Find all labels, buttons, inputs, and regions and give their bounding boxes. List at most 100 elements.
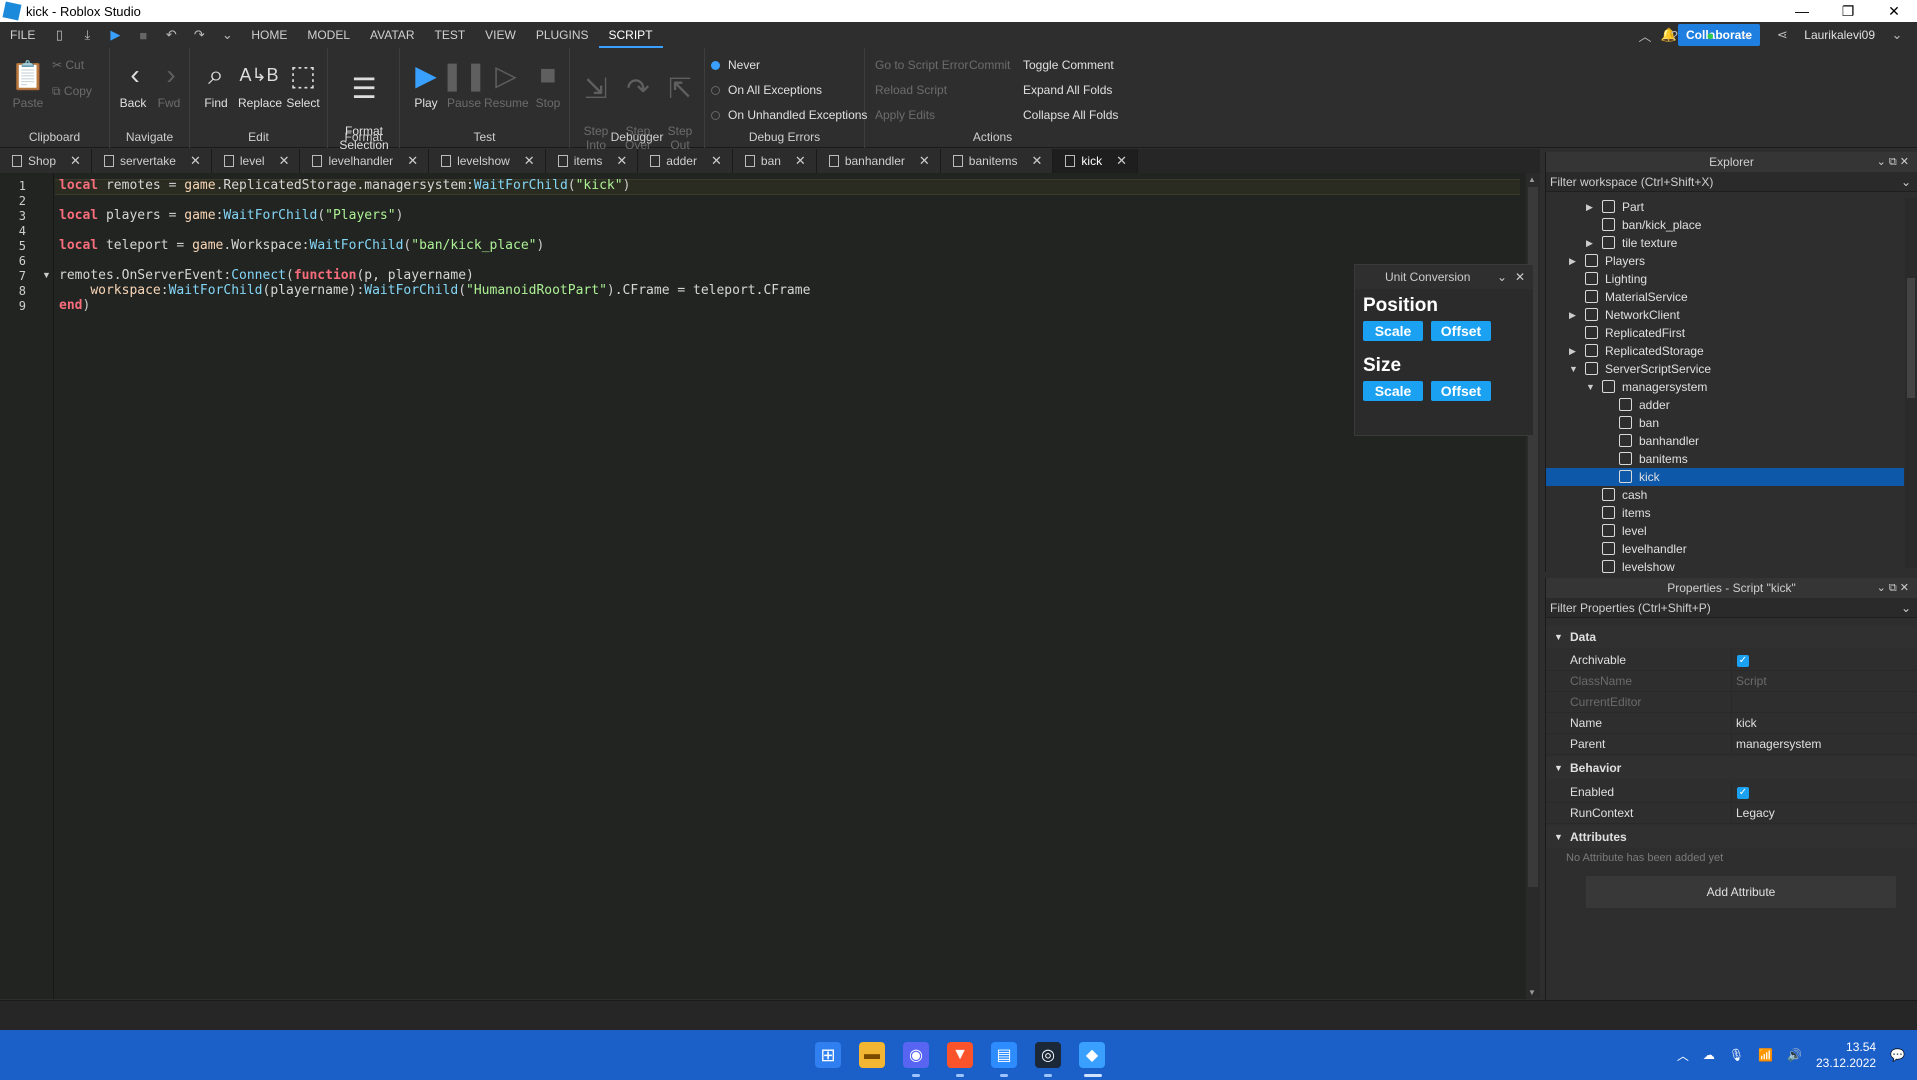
explorer-item[interactable]: banitems xyxy=(1546,450,1904,468)
explorer-item[interactable]: kick xyxy=(1546,468,1904,486)
size-scale-button[interactable]: Scale xyxy=(1363,381,1423,401)
on-all-exceptions-radio[interactable]: On All Exceptions xyxy=(711,83,822,97)
close-tab-icon[interactable]: ✕ xyxy=(70,149,81,173)
enabled-checkbox[interactable]: ✓ xyxy=(1737,787,1749,799)
menu-model[interactable]: MODEL xyxy=(297,22,360,48)
scroll-down-icon[interactable]: ▼ xyxy=(1528,988,1536,997)
replace-button[interactable]: A↳B Replace xyxy=(238,58,282,111)
select-button[interactable]: ⬚ Select xyxy=(284,58,322,111)
maximize-button[interactable]: ❐ xyxy=(1825,0,1871,22)
add-attribute-button[interactable]: Add Attribute xyxy=(1586,876,1896,908)
runcontext-row[interactable]: RunContext Legacy xyxy=(1546,803,1917,824)
explorer-item[interactable]: level xyxy=(1546,522,1904,540)
volume-icon[interactable]: 🔊 xyxy=(1787,1048,1802,1062)
scroll-up-icon[interactable]: ▲ xyxy=(1528,175,1536,184)
size-offset-button[interactable]: Offset xyxy=(1431,381,1491,401)
user-menu-chevron-icon[interactable]: ⌄ xyxy=(1889,27,1905,43)
explorer-item[interactable]: ban xyxy=(1546,414,1904,432)
tray-chevron-up-icon[interactable]: ︿ xyxy=(1677,1047,1689,1064)
save-icon[interactable]: ⤓ xyxy=(79,27,95,43)
user-name[interactable]: Laurikalevi09 xyxy=(1804,28,1875,42)
tab-levelhandler[interactable]: levelhandler ✕ xyxy=(300,149,430,173)
explorer-item[interactable]: ▶ NetworkClient xyxy=(1546,306,1904,324)
explorer-item[interactable]: ▶ Part xyxy=(1546,198,1904,216)
fold-arrow-icon[interactable]: ▼ xyxy=(42,270,51,280)
tab-banitems[interactable]: banitems ✕ xyxy=(940,149,1054,173)
panel-controls[interactable]: ⌄ ⧉ ✕ xyxy=(1877,152,1909,172)
collapse-ribbon-icon[interactable]: ︿ xyxy=(1637,27,1653,44)
redo-icon[interactable]: ↷ xyxy=(191,27,207,43)
minimize-button[interactable]: — xyxy=(1779,0,1825,22)
apply-edits-button[interactable]: Apply Edits xyxy=(875,108,935,122)
play-button[interactable]: ▶ Play xyxy=(408,58,444,111)
menu-test[interactable]: TEST xyxy=(424,22,475,48)
close-tab-icon[interactable]: ✕ xyxy=(1116,149,1127,173)
resume-button[interactable]: ▷ Resume xyxy=(484,58,529,111)
close-tab-icon[interactable]: ✕ xyxy=(190,149,201,173)
explorer-item[interactable]: ▶ tile texture xyxy=(1546,234,1904,252)
new-file-icon[interactable]: ▯ xyxy=(51,27,67,43)
tab-levelshow[interactable]: levelshow ✕ xyxy=(429,149,546,173)
paste-button[interactable]: 📋 Paste xyxy=(8,58,48,111)
behavior-section-header[interactable]: ▼ Behavior xyxy=(1546,757,1917,779)
share-icon[interactable]: ⋖ xyxy=(1774,27,1790,43)
expanded-arrow-icon[interactable]: ▼ xyxy=(1586,378,1596,396)
on-unhandled-exceptions-radio[interactable]: On Unhandled Exceptions xyxy=(711,108,867,122)
close-tab-icon[interactable]: ✕ xyxy=(919,149,930,173)
code-editor[interactable]: 1 2 3 4 5 6 7 8 9 ▼ local remotes = game… xyxy=(0,173,1540,999)
parent-row[interactable]: Parent managersystem xyxy=(1546,734,1917,755)
notification-center-icon[interactable]: 💬 xyxy=(1890,1048,1905,1062)
explorer-item[interactable]: levelshow xyxy=(1546,558,1904,576)
close-tab-icon[interactable]: ✕ xyxy=(795,149,806,173)
explorer-item[interactable]: ▼ managersystem xyxy=(1546,378,1904,396)
microphone-icon[interactable]: 🎙 xyxy=(1729,1048,1744,1062)
tab-adder[interactable]: adder ✕ xyxy=(638,149,733,173)
cut-button[interactable]: ✂ Cut xyxy=(52,58,84,72)
tab-shop[interactable]: Shop ✕ xyxy=(0,149,92,173)
copy-button[interactable]: ⧉ Copy xyxy=(52,84,92,99)
explorer-scrollbar[interactable] xyxy=(1905,198,1917,568)
expanded-arrow-icon[interactable]: ▼ xyxy=(1569,360,1579,378)
toggle-comment-button[interactable]: Toggle Comment xyxy=(1023,58,1114,72)
explorer-item[interactable]: ▼ ServerScriptService xyxy=(1546,360,1904,378)
collapsed-arrow-icon[interactable]: ▶ xyxy=(1586,234,1596,252)
tab-ban[interactable]: ban ✕ xyxy=(732,149,817,173)
customize-icon[interactable]: ⌄ xyxy=(219,27,235,43)
tab-kick[interactable]: kick ✕ xyxy=(1053,149,1138,173)
explorer-item[interactable]: banhandler xyxy=(1546,432,1904,450)
windows-start-icon[interactable]: ⊞ xyxy=(815,1042,841,1068)
properties-filter-input[interactable]: Filter Properties (Ctrl+Shift+P) ⌄ xyxy=(1546,598,1917,618)
position-offset-button[interactable]: Offset xyxy=(1431,321,1491,341)
brave-browser-icon[interactable]: ▼ xyxy=(947,1042,973,1068)
explorer-item[interactable]: cash xyxy=(1546,486,1904,504)
discord-icon[interactable]: ◉ xyxy=(903,1042,929,1068)
menu-view[interactable]: VIEW xyxy=(475,22,526,48)
undo-icon[interactable]: ↶ xyxy=(163,27,179,43)
wifi-icon[interactable]: 📶 xyxy=(1758,1048,1773,1062)
file-explorer-icon[interactable]: ▬ xyxy=(859,1042,885,1068)
explorer-item[interactable]: items xyxy=(1546,504,1904,522)
menu-script[interactable]: SCRIPT xyxy=(598,22,663,48)
explorer-item[interactable]: MaterialService xyxy=(1546,288,1904,306)
roblox-studio-icon[interactable]: ◆ xyxy=(1079,1042,1105,1068)
find-button[interactable]: ⌕ Find xyxy=(198,58,234,111)
explorer-item[interactable]: levelhandler xyxy=(1546,540,1904,558)
explorer-item[interactable]: Lighting xyxy=(1546,270,1904,288)
explorer-item[interactable]: ▶ Players xyxy=(1546,252,1904,270)
reload-script-button[interactable]: Reload Script xyxy=(875,83,947,97)
archivable-checkbox[interactable]: ✓ xyxy=(1737,655,1749,667)
close-tab-icon[interactable]: ✕ xyxy=(616,149,627,173)
go-to-script-error-button[interactable]: Go to Script Error xyxy=(875,58,968,72)
collapsed-arrow-icon[interactable]: ▶ xyxy=(1569,252,1579,270)
collapse-all-folds-button[interactable]: Collapse All Folds xyxy=(1023,108,1118,122)
forward-button[interactable]: › Fwd xyxy=(154,58,184,110)
explorer-filter-input[interactable]: Filter workspace (Ctrl+Shift+X) ⌄ xyxy=(1546,172,1917,192)
close-tab-icon[interactable]: ✕ xyxy=(1032,149,1043,173)
scrollbar-thumb[interactable] xyxy=(1907,278,1915,398)
close-button[interactable]: ✕ xyxy=(1871,0,1917,22)
collapsed-arrow-icon[interactable]: ▶ xyxy=(1586,198,1596,216)
attributes-section-header[interactable]: ▼ Attributes xyxy=(1546,826,1917,848)
close-tab-icon[interactable]: ✕ xyxy=(711,149,722,173)
explorer-item[interactable]: adder xyxy=(1546,396,1904,414)
menu-home[interactable]: HOME xyxy=(241,22,297,48)
